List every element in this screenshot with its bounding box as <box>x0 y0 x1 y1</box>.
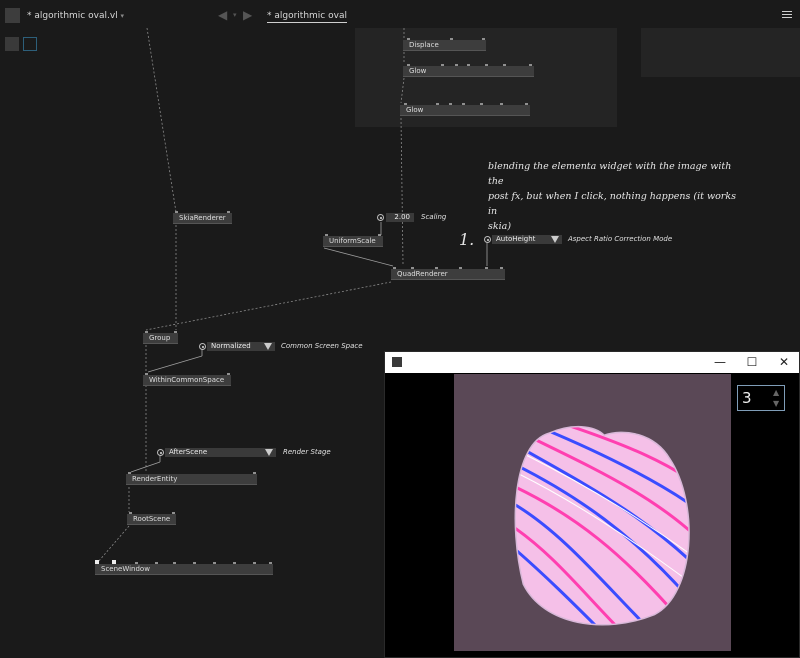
node-glow[interactable]: Glow <box>400 103 530 116</box>
app-icon <box>392 357 402 367</box>
maximize-icon[interactable]: ☐ <box>737 352 767 373</box>
node-skia-renderer[interactable]: SkiaRenderer <box>173 211 232 224</box>
note-line: skia) <box>488 221 512 232</box>
render-window-titlebar[interactable]: — ☐ ✕ <box>385 352 799 373</box>
link-solid <box>323 247 394 267</box>
link-dashed <box>400 77 405 104</box>
render-window: — ☐ ✕ 3 ▲ ▼ <box>384 351 800 658</box>
node-label: Glow <box>406 106 424 114</box>
node-uniform-scale[interactable]: UniformScale <box>323 234 383 247</box>
link-solid <box>130 461 161 473</box>
node-within-common-space[interactable]: WithinCommonSpace <box>143 373 231 386</box>
link-solid <box>147 355 203 373</box>
step-number: 1. <box>459 230 475 249</box>
comment-aspect: Aspect Ratio Correction Mode <box>568 235 673 243</box>
link-dashed <box>145 281 392 331</box>
note-line: post fx, but when I click, nothing happe… <box>488 191 736 217</box>
render-stage-dropdown[interactable]: AfterScene <box>165 448 276 457</box>
node-label: Group <box>149 334 171 342</box>
close-icon[interactable]: ✕ <box>769 352 799 373</box>
node-group[interactable]: Group <box>143 331 178 344</box>
node-label: WithinCommonSpace <box>149 376 225 384</box>
iobox-pin-icon[interactable] <box>377 214 384 221</box>
oval-artwork-image <box>514 426 690 626</box>
node-label: RootScene <box>133 515 171 523</box>
node-label: QuadRenderer <box>397 270 448 278</box>
iobox-pin-icon[interactable] <box>157 449 164 456</box>
stepper-value: 3 <box>742 389 752 407</box>
triangle-down-icon[interactable] <box>265 449 273 456</box>
increment-icon[interactable]: ▲ <box>773 388 779 397</box>
dropdown-value: AfterScene <box>169 448 208 456</box>
comment-scaling: Scaling <box>421 213 447 221</box>
node-label: SceneWindow <box>101 565 150 573</box>
triangle-down-icon[interactable] <box>551 236 559 243</box>
node-glow[interactable]: Glow <box>403 64 534 77</box>
node-label: Displace <box>409 41 439 49</box>
dropdown-value: AutoHeight <box>496 235 536 243</box>
common-space-dropdown[interactable]: Normalized <box>207 342 275 351</box>
node-label: UniformScale <box>329 237 376 245</box>
aspect-mode-dropdown[interactable]: AutoHeight <box>492 235 562 244</box>
node-root-scene[interactable]: RootScene <box>127 512 176 525</box>
render-canvas[interactable] <box>454 374 731 651</box>
node-render-entity[interactable]: RenderEntity <box>126 472 257 485</box>
node-displace[interactable]: Displace <box>403 38 486 51</box>
link-dashed <box>400 117 404 265</box>
node-label: SkiaRenderer <box>179 214 226 222</box>
comment-common-space: Common Screen Space <box>281 342 363 350</box>
scaling-value-input[interactable]: 2.00 <box>386 213 414 222</box>
link-dashed <box>146 27 177 213</box>
decrement-icon[interactable]: ▼ <box>773 399 779 408</box>
link-dashed <box>97 525 130 563</box>
note-comment: blending the elementa widget with the im… <box>488 159 748 234</box>
node-quad-renderer[interactable]: QuadRenderer <box>391 267 505 280</box>
node-label: Glow <box>409 67 427 75</box>
minimize-icon[interactable]: — <box>705 352 735 373</box>
note-line: blending the elementa widget with the im… <box>488 161 732 187</box>
iobox-pin-icon[interactable] <box>484 236 491 243</box>
number-stepper[interactable]: 3 ▲ ▼ <box>737 385 785 411</box>
iobox-pin-icon[interactable] <box>199 343 206 350</box>
dropdown-value: Normalized <box>211 342 251 350</box>
triangle-down-icon[interactable] <box>264 343 272 350</box>
node-label: RenderEntity <box>132 475 178 483</box>
node-scene-window[interactable]: SceneWindow <box>95 560 273 575</box>
comment-render-stage: Render Stage <box>283 448 331 456</box>
